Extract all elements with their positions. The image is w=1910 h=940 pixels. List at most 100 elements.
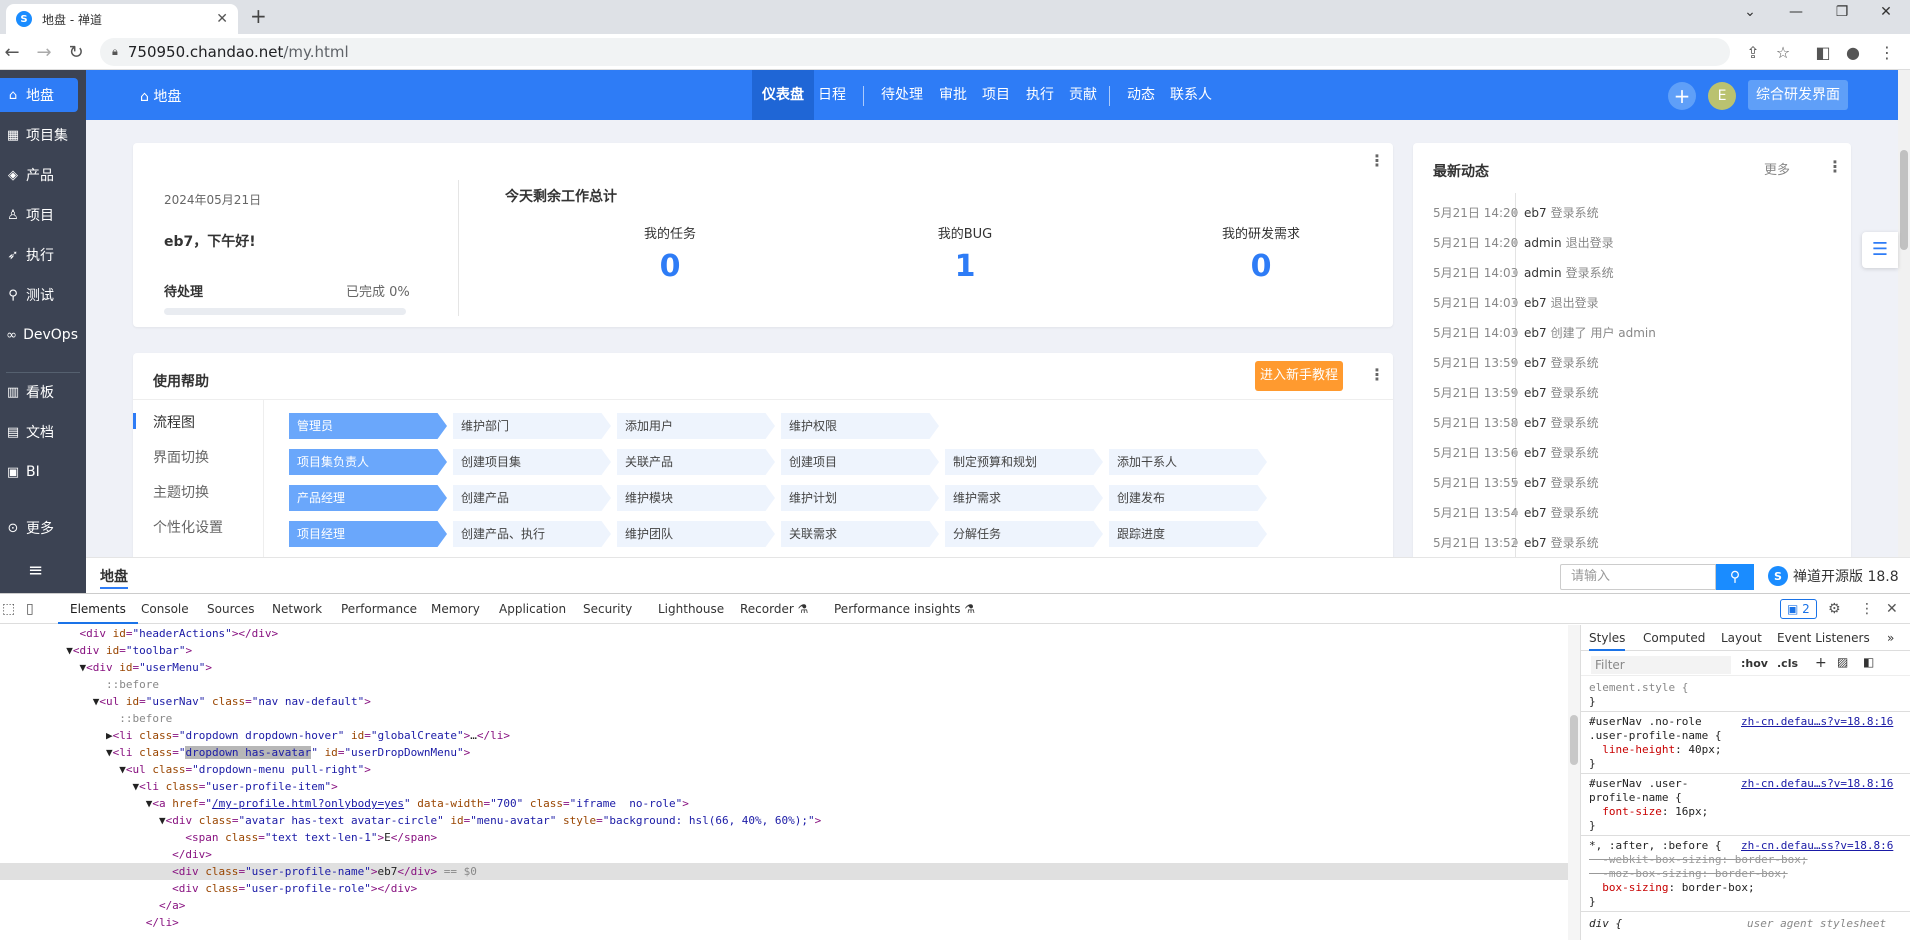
dom-line[interactable]: <div id="headerActions"></div>: [0, 625, 1568, 642]
devtools-tab-memory[interactable]: Memory: [431, 594, 480, 624]
dom-line[interactable]: </li>: [0, 914, 1568, 931]
flow-step[interactable]: 维护模块: [617, 485, 775, 511]
nav-contribute[interactable]: 贡献: [1059, 70, 1107, 120]
flow-step[interactable]: 维护需求: [945, 485, 1103, 511]
dom-line[interactable]: ▼<ul class="dropdown-menu pull-right">: [0, 761, 1568, 778]
tab-search-chevron-down-icon[interactable]: ⌄: [1730, 4, 1770, 20]
stat-tasks-value[interactable]: 0: [570, 249, 770, 284]
profile-icon[interactable]: ●: [1842, 43, 1864, 62]
devtools-tab-recorder[interactable]: Recorder ⚗: [740, 594, 808, 624]
sidebar-item-product[interactable]: ◈ 产品: [0, 158, 78, 192]
sidebar-item-project[interactable]: ♙ 项目: [0, 198, 78, 232]
flow-step[interactable]: 创建产品: [453, 485, 611, 511]
chat-icon[interactable]: ☰: [1862, 232, 1898, 268]
dom-line[interactable]: ::before: [0, 676, 1568, 693]
scrollbar-thumb[interactable]: [1570, 715, 1578, 765]
hov-toggle[interactable]: :hov: [1741, 657, 1768, 670]
sidebar-item-doc[interactable]: ▤ 文档: [0, 415, 78, 449]
sidebar-toggle-icon[interactable]: ◧: [1863, 655, 1874, 669]
flow-step[interactable]: 创建项目: [781, 449, 939, 475]
styles-tab-computed[interactable]: Computed: [1643, 625, 1705, 651]
sidebar-item-execution[interactable]: ➶ 执行: [0, 238, 78, 272]
css-source-link[interactable]: zh-cn.defau…s?v=18.8:16: [1741, 777, 1893, 791]
activity-item[interactable]: 5月21日 14:20 eb7 登录系统: [1433, 203, 1599, 223]
devtools-tab-sources[interactable]: Sources: [207, 594, 254, 624]
devtools-tab-performance-insights[interactable]: Performance insights ⚗: [834, 594, 975, 624]
sidebar-item-kanban[interactable]: ▥ 看板: [0, 375, 78, 409]
dom-line[interactable]: </div>: [0, 846, 1568, 863]
browser-tab[interactable]: S 地盘 - 禅道 ✕: [6, 4, 238, 34]
card-menu-icon[interactable]: ⋮: [1369, 151, 1385, 170]
dom-line-selected[interactable]: <div class="user-profile-name">eb7</div>…: [0, 863, 1568, 880]
stat-stories-value[interactable]: 0: [1161, 249, 1361, 284]
search-input[interactable]: 请输入: [1560, 564, 1716, 590]
sidepanel-icon[interactable]: ◧: [1812, 43, 1834, 62]
card-menu-icon[interactable]: ⋮: [1369, 365, 1385, 384]
url-field[interactable]: 🔒︎ 750950.chandao.net/my.html: [100, 38, 1730, 66]
styles-tab-styles[interactable]: Styles: [1589, 625, 1626, 651]
flow-step[interactable]: 添加用户: [617, 413, 775, 439]
devtools-tab-security[interactable]: Security: [583, 594, 632, 624]
flow-step[interactable]: 关联产品: [617, 449, 775, 475]
flow-step[interactable]: 跟踪进度: [1109, 521, 1267, 547]
devtools-tab-application[interactable]: Application: [499, 594, 566, 624]
help-tab-flowchart[interactable]: 流程图: [153, 412, 195, 432]
dom-line[interactable]: ▼<a href="/my-profile.html?onlybody=yes"…: [0, 795, 1568, 812]
devtools-tab-lighthouse[interactable]: Lighthouse: [658, 594, 724, 624]
stat-bugs-value[interactable]: 1: [865, 249, 1065, 284]
help-tab-personalize[interactable]: 个性化设置: [153, 517, 223, 537]
dom-line[interactable]: ▼<ul id="userNav" class="nav nav-default…: [0, 693, 1568, 710]
nav-calendar[interactable]: 日程: [808, 70, 856, 120]
issues-badge[interactable]: ▣ 2: [1780, 599, 1817, 619]
devtools-tab-performance[interactable]: Performance: [341, 594, 417, 624]
flow-step[interactable]: 关联需求: [781, 521, 939, 547]
device-toolbar-icon[interactable]: ▯: [26, 601, 34, 617]
flow-step[interactable]: 维护权限: [781, 413, 939, 439]
dom-line[interactable]: ▼<li class="dropdown has-avatar" id="use…: [0, 744, 1568, 761]
activity-item[interactable]: 5月21日 13:52 eb7 登录系统: [1433, 533, 1599, 553]
nav-dashboard[interactable]: 仪表盘: [752, 70, 814, 120]
gear-icon[interactable]: ⚙: [1828, 601, 1841, 617]
close-tab-icon[interactable]: ✕: [216, 11, 228, 27]
footer-breadcrumb[interactable]: 地盘: [100, 566, 128, 589]
sidebar-item-dashboard[interactable]: ⌂ 地盘: [0, 78, 78, 112]
flow-step[interactable]: 制定预算和规划: [945, 449, 1103, 475]
mode-switch-button[interactable]: 综合研发界面: [1748, 80, 1848, 110]
elements-dom-tree[interactable]: <div id="headerActions"></div> ▼<div id=…: [0, 625, 1568, 940]
activity-item[interactable]: 5月21日 13:59 eb7 登录系统: [1433, 353, 1599, 373]
bookmark-star-icon[interactable]: ☆: [1772, 43, 1794, 62]
sidebar-item-more[interactable]: ⊙ 更多: [0, 511, 78, 545]
scrollbar-thumb[interactable]: [1900, 150, 1908, 250]
close-window-button[interactable]: ✕: [1866, 4, 1906, 20]
avatar[interactable]: E: [1708, 82, 1736, 110]
dom-line[interactable]: <div class="user-profile-role"></div>: [0, 880, 1568, 897]
flow-step[interactable]: 分解任务: [945, 521, 1103, 547]
flow-step[interactable]: 添加干系人: [1109, 449, 1267, 475]
css-source-link[interactable]: zh-cn.defau…ss?v=18.8:6: [1741, 839, 1893, 853]
activity-item[interactable]: 5月21日 13:56 eb7 登录系统: [1433, 443, 1599, 463]
global-create-plus-icon[interactable]: +: [1668, 82, 1696, 110]
flow-step[interactable]: 维护部门: [453, 413, 611, 439]
minimize-button[interactable]: —: [1776, 4, 1816, 20]
search-button[interactable]: ⚲: [1716, 564, 1754, 590]
flow-step[interactable]: 创建项目集: [453, 449, 611, 475]
hamburger-menu-icon[interactable]: ≡: [28, 560, 43, 581]
activity-more-link[interactable]: 更多: [1764, 159, 1790, 178]
more-tabs-chevron-icon[interactable]: »: [1887, 625, 1894, 651]
dom-line[interactable]: ▼<div id="toolbar">: [0, 642, 1568, 659]
nav-contacts[interactable]: 联系人: [1160, 70, 1222, 120]
dom-line[interactable]: ▶<li class="dropdown dropdown-hover" id=…: [0, 727, 1568, 744]
flow-step[interactable]: 维护计划: [781, 485, 939, 511]
new-tab-button[interactable]: +: [250, 4, 267, 28]
devtools-tab-network[interactable]: Network: [272, 594, 322, 624]
dom-line[interactable]: ::before: [0, 710, 1568, 727]
activity-item[interactable]: 5月21日 14:03 eb7 退出登录: [1433, 293, 1599, 313]
activity-item[interactable]: 5月21日 13:59 eb7 登录系统: [1433, 383, 1599, 403]
add-rule-icon[interactable]: +: [1815, 655, 1827, 671]
nav-todo[interactable]: 待处理: [871, 70, 933, 120]
activity-item[interactable]: 5月21日 14:20 admin 退出登录: [1433, 233, 1614, 253]
inspect-element-icon[interactable]: ⬚: [2, 601, 15, 617]
restore-button[interactable]: ❐: [1822, 4, 1862, 20]
cls-toggle[interactable]: .cls: [1777, 657, 1798, 670]
dom-line[interactable]: <span class="text text-len-1">E</span>: [0, 829, 1568, 846]
